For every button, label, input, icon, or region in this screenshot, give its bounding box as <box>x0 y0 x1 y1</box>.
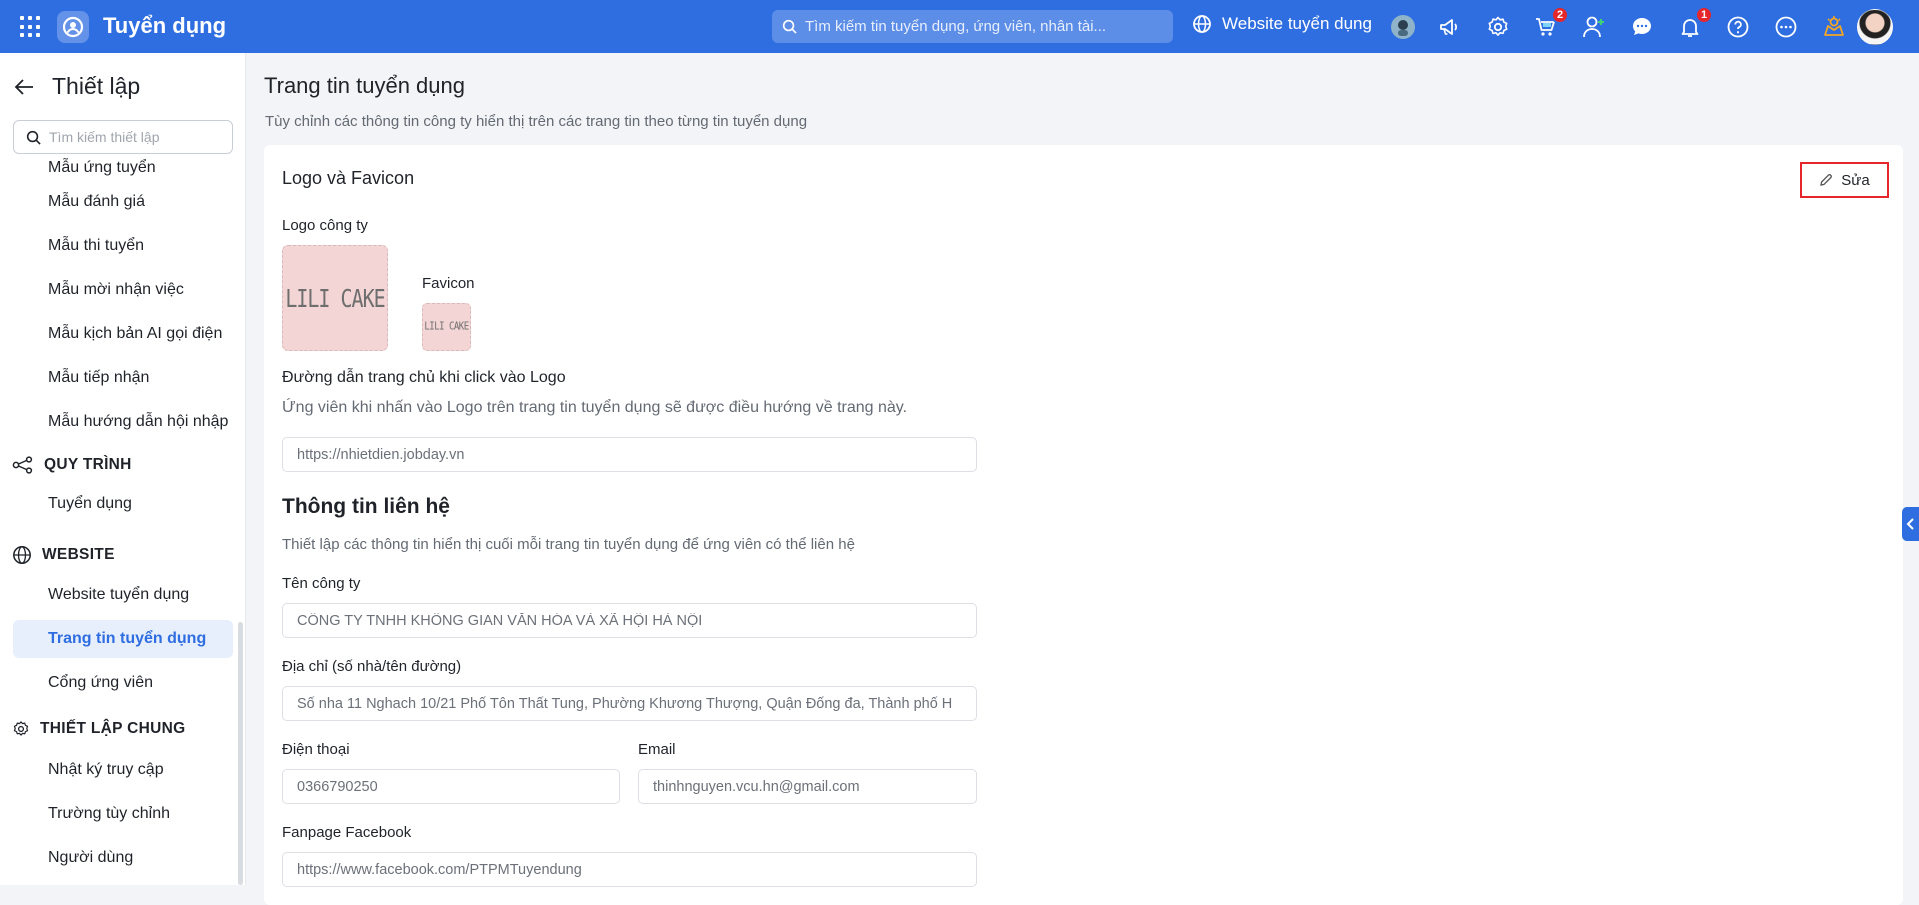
sidebar-item-users[interactable]: Người dùng <box>13 839 233 877</box>
sidebar-item-recruitment-process[interactable]: Tuyển dụng <box>13 485 233 523</box>
help-icon[interactable] <box>1723 12 1753 42</box>
favicon-text: LILI CAKE <box>424 321 469 333</box>
edit-button-label: Sửa <box>1841 171 1870 189</box>
email-input[interactable] <box>638 769 977 804</box>
sidebar-item-job-page[interactable]: Trang tin tuyển dụng <box>13 620 233 658</box>
sidebar-item-reception-template[interactable]: Mẫu tiếp nhận <box>13 359 233 397</box>
homepage-link-description: Ứng viên khi nhấn vào Logo trên trang ti… <box>282 399 908 416</box>
company-name-input[interactable] <box>282 603 977 638</box>
sidebar-header: Thiết lập <box>14 73 140 100</box>
sidebar-section-label: WEBSITE <box>42 546 115 563</box>
email-label: Email <box>638 741 676 758</box>
favicon-image[interactable]: LILI CAKE <box>422 303 471 351</box>
sidebar-item-onboarding-template[interactable]: Mẫu hướng dẫn hội nhập <box>13 403 233 441</box>
edit-button[interactable]: Sửa <box>1800 162 1889 198</box>
bot-avatar-icon[interactable] <box>1388 12 1418 42</box>
global-search[interactable] <box>772 10 1173 43</box>
contact-section-description: Thiết lập các thông tin hiển thị cuối mỗ… <box>282 536 855 553</box>
reward-icon[interactable] <box>1819 12 1849 42</box>
user-avatar[interactable] <box>1857 9 1893 45</box>
megaphone-icon[interactable] <box>1435 12 1465 42</box>
gear-icon <box>13 721 29 736</box>
search-icon <box>26 130 41 145</box>
notification-badge: 1 <box>1695 6 1713 24</box>
sidebar-section-label: THIẾT LẬP CHUNG <box>40 720 186 737</box>
website-link-label: Website tuyển dụng <box>1222 14 1372 33</box>
brand-logo-icon[interactable] <box>57 11 89 43</box>
gear-icon[interactable] <box>1483 12 1513 42</box>
contact-section-title: Thông tin liên hệ <box>282 495 450 518</box>
sidebar-search[interactable] <box>13 120 233 154</box>
sidebar-section-website: WEBSITE <box>12 545 115 565</box>
sidebar-item-access-log[interactable]: Nhật ký truy cập <box>13 751 233 789</box>
sidebar-search-input[interactable] <box>49 129 229 145</box>
page-subtitle: Tùy chỉnh các thông tin công ty hiển thị… <box>265 113 808 130</box>
website-link[interactable]: Website tuyển dụng <box>1192 14 1372 34</box>
globe-icon <box>13 546 31 564</box>
sidebar-section-general: THIẾT LẬP CHUNG <box>12 720 185 738</box>
sidebar-item-candidate-portal[interactable]: Cổng ứng viên <box>13 664 233 702</box>
sidebar-item-ai-call-template[interactable]: Mẫu kịch bản AI gọi điện <box>13 315 233 353</box>
bell-icon[interactable]: 1 <box>1675 6 1713 42</box>
sidebar-section-process: QUY TRÌNH <box>12 456 132 474</box>
fanpage-input[interactable] <box>282 852 977 887</box>
chat-icon[interactable] <box>1627 12 1657 42</box>
collapse-panel-tab[interactable] <box>1902 507 1919 541</box>
address-label: Địa chỉ (số nhà/tên đường) <box>282 658 462 675</box>
fanpage-label: Fanpage Facebook <box>282 824 412 841</box>
chevron-left-icon <box>1906 518 1914 530</box>
sidebar-title: Thiết lập <box>52 73 141 99</box>
sidebar-section-label: QUY TRÌNH <box>44 456 132 473</box>
top-bar: Tuyển dụng Website tuyển dụng 2 1 <box>0 0 1919 53</box>
cart-icon[interactable]: 2 <box>1531 6 1569 42</box>
sidebar-scrollbar[interactable] <box>238 622 243 885</box>
homepage-link-input[interactable] <box>282 437 977 472</box>
sidebar-item-exam-template[interactable]: Mẫu thi tuyển <box>13 227 233 265</box>
global-search-input[interactable] <box>805 18 1165 35</box>
sidebar-item-recruitment-website[interactable]: Website tuyển dụng <box>13 576 233 614</box>
sidebar-item-custom-fields[interactable]: Trường tùy chỉnh <box>13 795 233 833</box>
homepage-link-label: Đường dẫn trang chủ khi click vào Logo <box>282 369 566 386</box>
back-arrow-icon[interactable] <box>14 78 34 96</box>
phone-label: Điện thoại <box>282 741 350 758</box>
sidebar-item-evaluation-template[interactable]: Mẫu đánh giá <box>13 183 233 221</box>
logo-label: Logo công ty <box>282 217 368 234</box>
settings-sidebar: Thiết lập Mẫu ứng tuyển Mẫu đánh giá Mẫu… <box>0 53 246 885</box>
sidebar-item-offer-template[interactable]: Mẫu mời nhận việc <box>13 271 233 309</box>
sidebar-scroll-area: Mẫu ứng tuyển Mẫu đánh giá Mẫu thi tuyển… <box>0 154 245 885</box>
workflow-icon <box>12 456 33 474</box>
favicon-label: Favicon <box>422 275 475 292</box>
logo-section-title: Logo và Favicon <box>282 168 415 188</box>
apps-grid-icon[interactable] <box>20 16 42 38</box>
add-user-icon[interactable] <box>1579 12 1609 42</box>
brand-name[interactable]: Tuyển dụng <box>103 13 226 39</box>
search-icon <box>782 19 797 34</box>
company-name-label: Tên công ty <box>282 575 361 592</box>
company-logo[interactable]: LILI CAKE <box>282 245 388 351</box>
pencil-icon <box>1820 174 1833 186</box>
cart-badge: 2 <box>1551 6 1569 24</box>
more-icon[interactable] <box>1771 12 1801 42</box>
page-title: Trang tin tuyển dụng <box>264 73 465 98</box>
phone-input[interactable] <box>282 769 620 804</box>
address-input[interactable] <box>282 686 977 721</box>
company-logo-text: LILI CAKE <box>285 283 385 313</box>
globe-icon <box>1193 15 1211 33</box>
